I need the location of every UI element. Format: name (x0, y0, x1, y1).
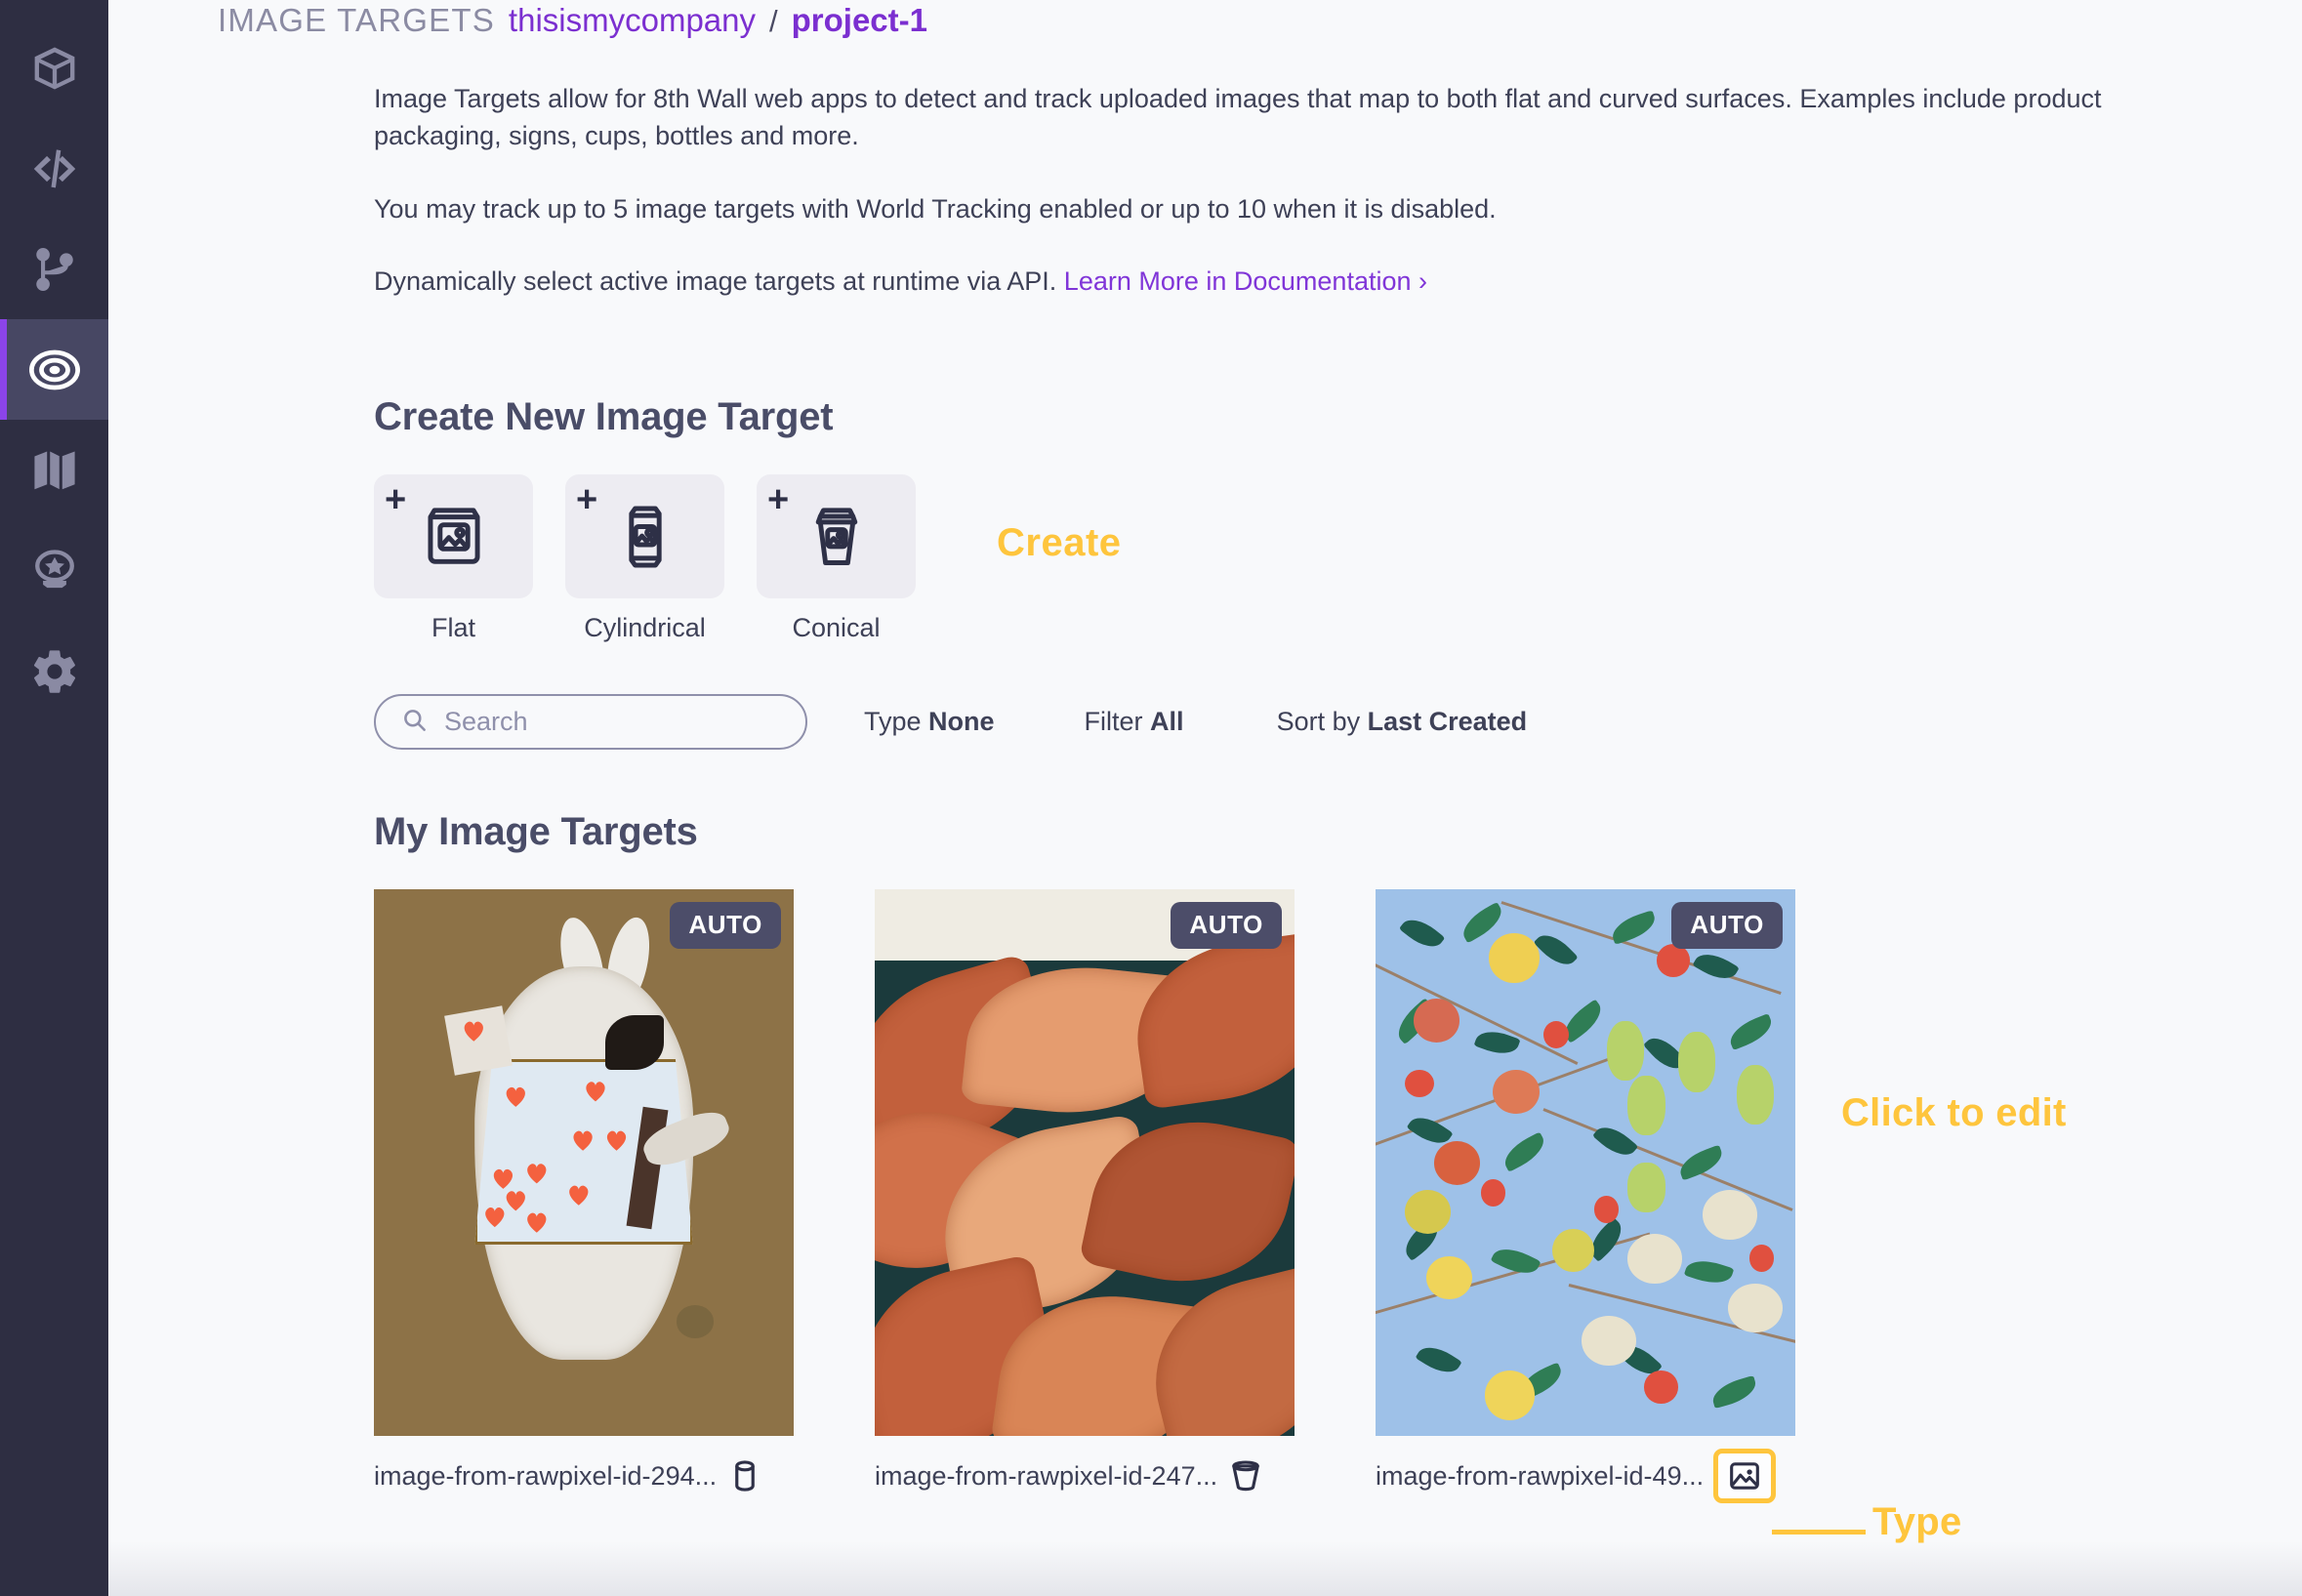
image-target-card: AUTO image-from-rawpixel-id-49... (1376, 889, 1795, 1510)
image-target-footer: image-from-rawpixel-id-247... (875, 1442, 1295, 1510)
plus-icon: + (576, 479, 598, 521)
image-target-thumbnail[interactable]: AUTO (1376, 889, 1795, 1437)
filter-bar: Type None Filter All Sort by Last Create… (374, 694, 2302, 751)
bottom-scroll-fade (108, 1541, 2302, 1596)
image-targets-grid: AUTO image-from-rawpixel-id-294... AUTO … (374, 889, 2302, 1510)
create-option-flat: + Flat (374, 474, 533, 643)
app-root: IMAGE TARGETS thisismycompany / project-… (0, 0, 2302, 1596)
breadcrumb-project[interactable]: project-1 (792, 2, 927, 39)
create-conical-label: Conical (792, 613, 881, 643)
image-target-card: AUTO image-from-rawpixel-id-294... (374, 889, 794, 1510)
image-target-name: image-from-rawpixel-id-247... (875, 1460, 1218, 1491)
filter-filter-label: Filter (1084, 707, 1151, 737)
filter-sort-value: Last Created (1367, 707, 1528, 737)
left-sidebar (0, 0, 108, 1596)
thumbnail-art-white-rabbit (374, 889, 794, 1437)
status-badge: AUTO (670, 902, 781, 950)
filter-type-label: Type (864, 707, 929, 737)
create-section-title: Create New Image Target (374, 395, 834, 439)
intro-paragraph-3-text: Dynamically select active image targets … (374, 266, 1064, 296)
flat-image-icon (418, 501, 490, 573)
cube-icon (29, 43, 80, 94)
sidebar-item-workspace[interactable] (0, 18, 108, 118)
search-icon (401, 707, 428, 738)
learn-more-documentation-link[interactable]: Learn More in Documentation › (1064, 266, 1427, 296)
image-target-card: AUTO image-from-rawpixel-id-247... (875, 889, 1295, 1510)
annotation-click-to-edit: Click to edit (1841, 1091, 2067, 1134)
filter-filter-value: All (1150, 707, 1184, 737)
create-cylindrical-button[interactable]: + (565, 474, 724, 599)
award-badge-icon (29, 546, 80, 596)
filter-type[interactable]: Type None (864, 707, 995, 737)
sidebar-item-badge[interactable] (0, 520, 108, 621)
gear-icon (29, 646, 80, 697)
status-badge: AUTO (1171, 902, 1282, 950)
sidebar-item-code[interactable] (0, 118, 108, 219)
map-icon (29, 445, 80, 496)
create-cylindrical-label: Cylindrical (584, 613, 706, 643)
plus-icon: + (767, 479, 790, 521)
status-badge: AUTO (1671, 902, 1783, 950)
annotation-connector-line (1772, 1530, 1866, 1535)
thumbnail-art-fruit-pattern (1376, 889, 1795, 1437)
annotation-type: Type (1872, 1500, 1962, 1543)
image-target-thumbnail[interactable]: AUTO (374, 889, 794, 1437)
create-option-conical: + Conical (757, 474, 916, 643)
breadcrumb-section-label: IMAGE TARGETS (218, 2, 495, 38)
can-icon (609, 501, 681, 573)
filter-filter[interactable]: Filter All (1085, 707, 1184, 737)
search-input[interactable] (444, 707, 766, 738)
image-target-thumbnail[interactable]: AUTO (875, 889, 1295, 1437)
code-brackets-icon (27, 142, 82, 196)
cone-icon[interactable] (1227, 1457, 1264, 1494)
image-target-name: image-from-rawpixel-id-49... (1376, 1460, 1705, 1491)
sidebar-item-settings[interactable] (0, 621, 108, 721)
create-flat-button[interactable]: + (374, 474, 533, 599)
create-conical-button[interactable]: + (757, 474, 916, 599)
intro-paragraph-1: Image Targets allow for 8th Wall web app… (374, 84, 2102, 151)
breadcrumb: IMAGE TARGETS thisismycompany / project-… (218, 2, 2302, 51)
intro-paragraph-2: You may track up to 5 image targets with… (374, 193, 1497, 224)
cup-icon (801, 501, 873, 573)
filter-type-value: None (928, 707, 995, 737)
thumbnail-art-acanthus-leaves (875, 889, 1295, 1437)
cylinder-icon[interactable] (726, 1457, 763, 1494)
filter-sort-label: Sort by (1276, 707, 1368, 737)
search-box[interactable] (374, 694, 807, 751)
git-branch-icon (29, 244, 80, 295)
create-flat-label: Flat (431, 613, 475, 643)
plus-icon: + (385, 479, 407, 521)
intro-paragraph-3: Dynamically select active image targets … (374, 263, 2219, 300)
annotation-create: Create (997, 521, 1122, 565)
create-cards-row: + Flat + Cylindrical + Conical Create (374, 474, 2302, 643)
breadcrumb-separator: / (769, 4, 778, 38)
target-icon (28, 344, 81, 396)
image-target-footer: image-from-rawpixel-id-294... (374, 1442, 794, 1510)
sidebar-item-image-targets[interactable] (0, 319, 108, 420)
create-option-cylindrical: + Cylindrical (565, 474, 724, 643)
my-image-targets-title: My Image Targets (374, 810, 698, 854)
image-target-footer: image-from-rawpixel-id-49... (1376, 1442, 1795, 1510)
image-target-name: image-from-rawpixel-id-294... (374, 1460, 718, 1491)
filter-sort[interactable]: Sort by Last Created (1277, 707, 1528, 737)
breadcrumb-company[interactable]: thisismycompany (509, 2, 756, 39)
sidebar-item-map[interactable] (0, 420, 108, 520)
main-panel: IMAGE TARGETS thisismycompany / project-… (108, 0, 2302, 1596)
sidebar-item-version-control[interactable] (0, 219, 108, 319)
flat-image-icon[interactable] (1713, 1449, 1777, 1504)
